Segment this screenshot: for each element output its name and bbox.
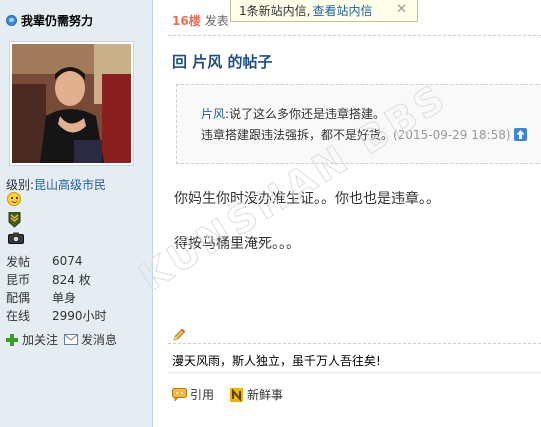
quote-line-2: 违章搭建跟违法强拆，都不是好货。(2015-09-29 18:58)	[201, 126, 511, 143]
author-level: 级别:昆山高级市民	[6, 176, 106, 193]
envelope-icon	[64, 334, 79, 345]
quote-text-2: 违章搭建跟违法强拆，都不是好货。	[201, 128, 394, 142]
message-label: 发消息	[81, 333, 118, 347]
quote-button[interactable]: 引用	[172, 386, 214, 403]
notification-message: 1条新站内信,	[239, 4, 311, 18]
news-label: 新鲜事	[247, 388, 284, 402]
post-main: 16楼 发表 回 片风 的帖子 片风:说了这么多你还是违章搭建。 违章搭建跟违法强…	[154, 0, 541, 427]
stat-key: 昆币	[6, 272, 31, 287]
plus-icon	[6, 333, 18, 346]
notification-tip: 1条新站内信, 查看站内信 ✕	[230, 0, 418, 22]
author-name-row: 我辈仍需努力	[6, 12, 93, 29]
user-icon	[6, 15, 17, 26]
stat-row-online: 在线 2990小时	[6, 306, 146, 324]
quote-block: 片风:说了这么多你还是违章搭建。 违章搭建跟违法强拆，都不是好货。(2015-0…	[176, 84, 541, 164]
stat-key: 配偶	[6, 290, 31, 305]
level-value[interactable]: 昆山高级市民	[34, 178, 106, 192]
medal-icon[interactable]	[8, 212, 21, 228]
stat-key: 在线	[6, 308, 31, 323]
author-sidebar: 我辈仍需努力 级别:昆山高级市民 发帖 6074 昆币 824 枚 配偶 单身 …	[0, 0, 153, 427]
quote-line-1: 片风:说了这么多你还是违章搭建。	[201, 105, 385, 122]
quote-icon	[172, 388, 187, 401]
news-icon	[230, 387, 244, 402]
smile-icon	[7, 192, 21, 206]
divider	[168, 372, 541, 373]
floor-suffix: 发表	[204, 14, 229, 28]
stat-key: 发帖	[6, 254, 31, 269]
send-message-button[interactable]: 发消息	[64, 331, 117, 348]
news-button[interactable]: 新鲜事	[230, 386, 283, 403]
stat-row-spouse: 配偶 单身	[6, 288, 146, 306]
pencil-icon	[173, 328, 186, 341]
author-signature: 漫天风雨，斯人独立，虽千万人吾往矣!	[172, 354, 381, 368]
up-arrow-icon[interactable]	[514, 128, 527, 141]
post-title: 回 片风 的帖子	[172, 53, 273, 71]
author-actions: 加关注 发消息	[6, 331, 123, 348]
stat-row-posts: 发帖 6074	[6, 252, 146, 270]
view-messages-link[interactable]: 查看站内信	[312, 2, 372, 19]
floor-info: 16楼 发表	[172, 12, 229, 29]
quote-author-link[interactable]: 片风	[201, 107, 225, 121]
author-stats: 发帖 6074 昆币 824 枚 配偶 单身 在线 2990小时	[6, 252, 146, 324]
stat-value: 824 枚	[52, 272, 91, 287]
post-actions: 引用 新鲜事	[172, 386, 299, 403]
follow-button[interactable]: 加关注	[6, 331, 58, 348]
stat-value: 单身	[52, 290, 77, 305]
follow-label: 加关注	[22, 333, 59, 347]
stat-value: 6074	[52, 254, 83, 268]
post-body-line-1: 你妈生你时没办准生证。。你也也是违章。。	[174, 191, 440, 207]
stat-value: 2990小时	[52, 308, 107, 323]
post-container: 我辈仍需努力 级别:昆山高级市民 发帖 6074 昆币 824 枚 配偶 单身 …	[0, 0, 541, 427]
camera-icon[interactable]	[8, 232, 24, 244]
floor-number[interactable]: 16楼	[172, 14, 201, 28]
quote-timestamp: (2015-09-29 18:58)	[393, 128, 511, 142]
author-name-link[interactable]: 我辈仍需努力	[21, 12, 93, 29]
divider	[168, 35, 541, 36]
signature-divider	[168, 343, 541, 344]
close-icon[interactable]: ✕	[396, 2, 407, 17]
stat-row-coins: 昆币 824 枚	[6, 270, 146, 288]
avatar-photo	[12, 44, 131, 163]
level-label: 级别:	[6, 178, 35, 192]
quote-text-1: :说了这么多你还是违章搭建。	[225, 107, 386, 121]
quote-label: 引用	[190, 388, 215, 402]
avatar[interactable]	[9, 41, 134, 166]
post-body-line-2: 得按马桶里淹死。。。	[174, 236, 300, 252]
